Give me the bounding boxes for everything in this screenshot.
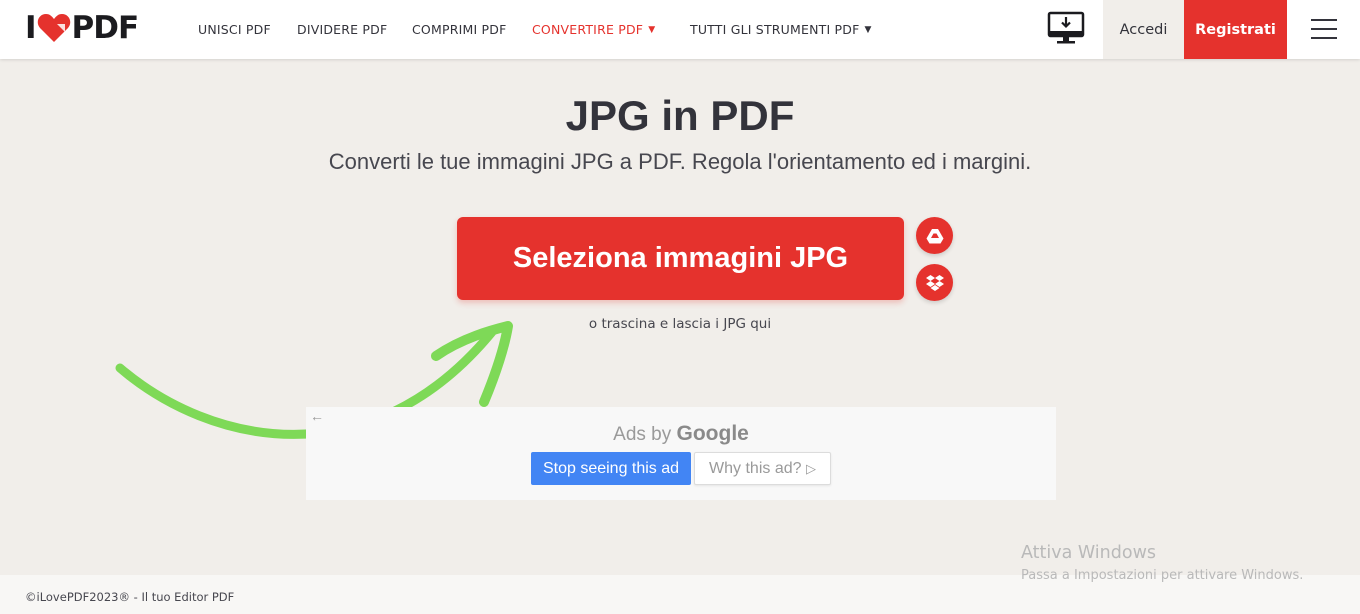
logo-pdf: PDF — [71, 10, 140, 46]
page-title: JPG in PDF — [565, 92, 795, 139]
nav-split-pdf[interactable]: DIVIDERE PDF — [297, 0, 387, 59]
nav-convert-pdf-label: CONVERTIRE PDF — [532, 22, 644, 37]
select-jpg-button[interactable]: Seleziona immagini JPG — [457, 217, 904, 300]
logo-i: I — [25, 10, 37, 46]
login-button[interactable]: Accedi — [1103, 0, 1184, 59]
ads-by-google: Ads by Google — [306, 422, 1056, 446]
google-drive-button[interactable] — [916, 217, 953, 254]
caret-down-icon: ▼ — [648, 24, 656, 35]
copyright-text: ©iLovePDF2023® - Il tuo Editor PDF — [25, 590, 235, 604]
google-wordmark: Google — [676, 422, 749, 445]
nav-split-pdf-label: DIVIDERE PDF — [297, 22, 388, 37]
caret-down-icon: ▼ — [864, 24, 872, 35]
desktop-download-icon[interactable] — [1047, 11, 1085, 45]
nav-merge-pdf[interactable]: UNISCI PDF — [198, 0, 271, 59]
page-subtitle: Converti le tue immagini JPG a PDF. Rego… — [328, 149, 1032, 174]
why-this-ad-button[interactable]: Why this ad? ▷ — [694, 452, 831, 485]
ilovepdf-logo[interactable]: I PDF — [25, 10, 140, 46]
login-label: Accedi — [1119, 21, 1168, 38]
signup-label: Registrati — [1195, 21, 1276, 38]
windows-activation-title: Attiva Windows — [1021, 543, 1157, 563]
signup-button[interactable]: Registrati — [1184, 0, 1287, 59]
dropbox-button[interactable] — [916, 264, 953, 301]
why-this-ad-label: Why this ad? — [709, 459, 802, 477]
adchoices-icon: ▷ — [805, 460, 816, 476]
google-ad-panel: ← Ads by Google Stop seeing this ad Why … — [306, 407, 1056, 500]
nav-compress-pdf[interactable]: COMPRIMI PDF — [412, 0, 506, 59]
nav-merge-pdf-label: UNISCI PDF — [198, 22, 271, 37]
hamburger-menu-icon[interactable] — [1311, 18, 1337, 40]
dropbox-icon — [925, 274, 944, 291]
nav-all-tools-label: TUTTI GLI STRUMENTI PDF — [690, 22, 860, 37]
google-drive-icon — [926, 228, 943, 243]
nav-convert-pdf[interactable]: CONVERTIRE PDF ▼ — [532, 0, 655, 59]
nav-compress-pdf-label: COMPRIMI PDF — [412, 22, 507, 37]
windows-activation-subtitle: Passa a Impostazioni per attivare Window… — [1021, 568, 1304, 583]
stop-seeing-ad-label: Stop seeing this ad — [542, 459, 680, 477]
stop-seeing-ad-button[interactable]: Stop seeing this ad — [531, 452, 691, 485]
nav-all-tools[interactable]: TUTTI GLI STRUMENTI PDF ▼ — [690, 0, 872, 59]
ads-by-label: Ads by — [613, 424, 672, 445]
heart-icon — [37, 13, 71, 43]
top-header: I PDF UNISCI PDF DIVIDERE PDF COMPRIMI P… — [0, 0, 1360, 59]
select-jpg-label: Seleziona immagini JPG — [512, 242, 849, 274]
